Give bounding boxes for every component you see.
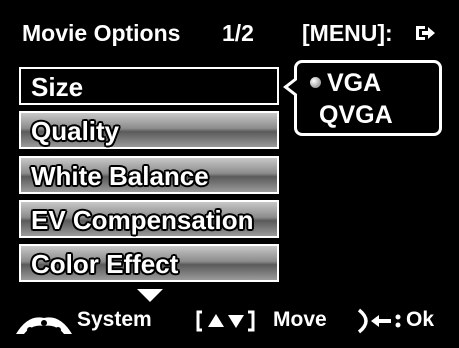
system-hint-label: System [77,308,152,331]
menu-item-quality[interactable]: Quality [19,111,279,149]
menu-item-label: Quality [31,116,120,146]
ok-joystick-icon [357,308,401,334]
menu-exit-hint: [MENU]: [302,20,393,46]
camera-menu-screen: Movie Options 1/2 [MENU]: Size Quality W… [0,0,459,348]
menu-item-color-effect[interactable]: Color Effect [19,244,279,282]
exit-arrow-icon [416,26,435,40]
menu-item-label: EV Compensation [31,205,254,235]
menu-item-ev-compensation[interactable]: EV Compensation [19,200,279,238]
option-vga[interactable]: VGA [327,69,381,97]
footer-hints: System Move Ok [0,300,459,340]
page-indicator: 1/2 [222,20,254,46]
menu-item-label: Color Effect [31,249,179,279]
menu-item-label: White Balance [31,161,209,191]
system-icon [16,317,72,334]
ok-hint-label: Ok [406,308,435,331]
menu-title: Movie Options [22,20,181,46]
size-options-popup: VGA QVGA [283,60,442,136]
selected-dot-icon [310,77,321,88]
menu-header: Movie Options 1/2 [MENU]: [22,16,447,50]
up-down-keys-icon [196,310,255,332]
move-hint-label: Move [273,308,327,331]
option-qvga[interactable]: QVGA [319,101,393,129]
menu-item-size[interactable]: Size [19,67,279,105]
menu-item-white-balance[interactable]: White Balance [19,156,279,194]
menu-item-label: Size [31,72,84,102]
